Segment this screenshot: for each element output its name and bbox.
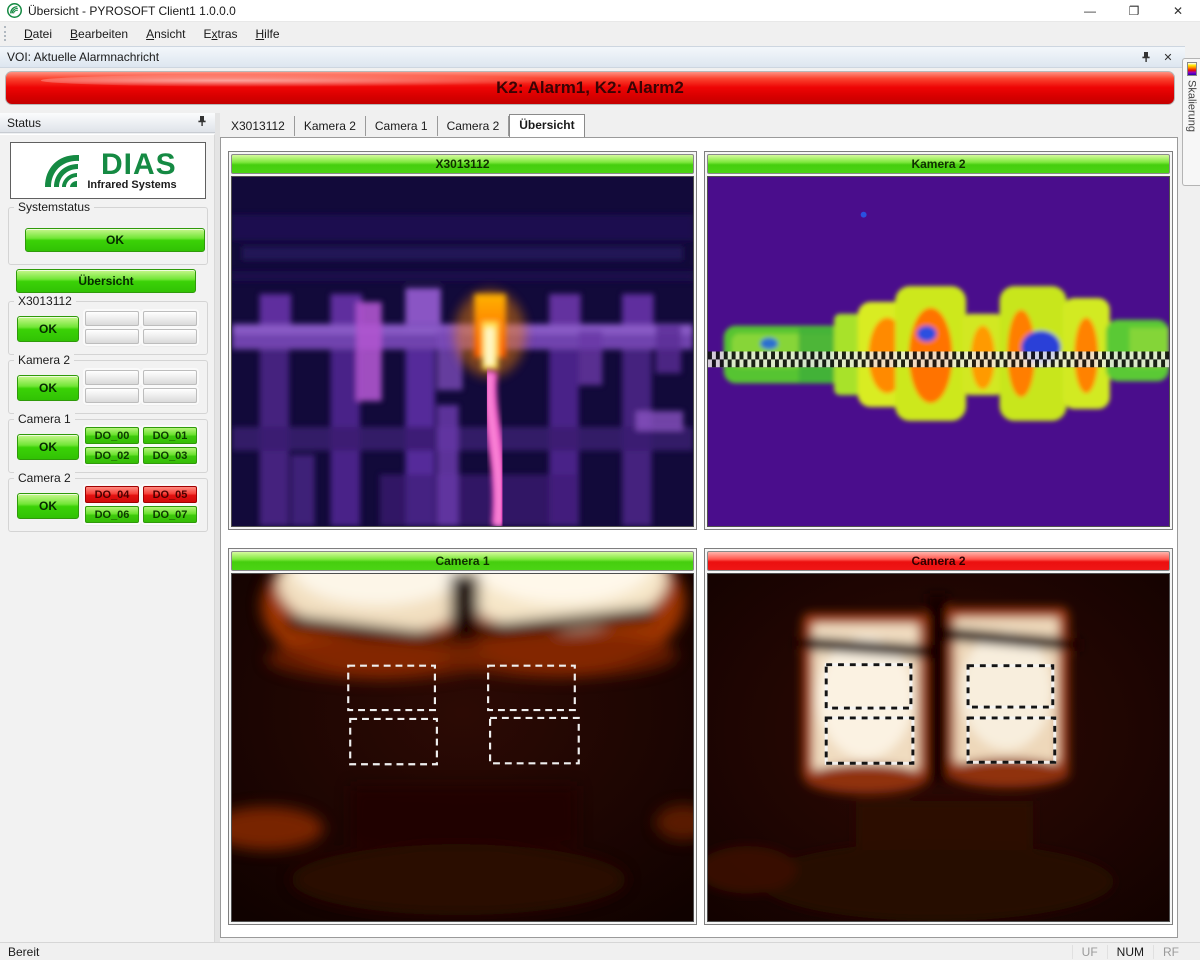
title-bar: Übersicht - PYROSOFT Client1 1.0.0.0 — ❐… <box>0 0 1200 22</box>
indicator-rf: RF <box>1153 945 1188 959</box>
ok-status-button[interactable]: OK <box>17 434 79 460</box>
tab-camera-2[interactable]: Camera 2 <box>438 116 510 136</box>
dias-logo: DIAS Infrared Systems <box>10 142 206 199</box>
do-button-do_05[interactable]: DO_05 <box>143 486 197 503</box>
do-button-do_03[interactable]: DO_03 <box>143 447 197 464</box>
blank-indicator-button[interactable] <box>143 370 197 385</box>
app-logo-icon <box>7 3 22 18</box>
dias-subtitle: Infrared Systems <box>87 179 176 191</box>
do-button-do_00[interactable]: DO_00 <box>85 427 139 444</box>
camera-panel-camera2: Camera 2 <box>704 548 1173 925</box>
camera-group-kamera-2: Kamera 2 OK <box>8 360 208 414</box>
menu-grip <box>4 26 9 41</box>
group-label: Kamera 2 <box>14 353 74 367</box>
status-panel-title: Status <box>0 116 41 130</box>
status-panel-content: DIAS Infrared Systems Systemstatus OK Üb… <box>0 134 215 942</box>
blank-indicator-button[interactable] <box>143 329 197 344</box>
systemstatus-group: Systemstatus OK <box>8 207 208 265</box>
restore-button[interactable]: ❐ <box>1112 0 1156 22</box>
camera-title-bar: Camera 2 <box>707 551 1170 571</box>
menu-item-datei[interactable]: Datei <box>15 24 61 44</box>
window-title: Übersicht - PYROSOFT Client1 1.0.0.0 <box>28 4 236 18</box>
view-tabs: X3013112Kamera 2Camera 1Camera 2Übersich… <box>222 115 585 137</box>
ok-status-button[interactable]: OK <box>17 493 79 519</box>
blank-indicator-button[interactable] <box>85 329 139 344</box>
thermal-scale-icon <box>1187 62 1197 76</box>
blank-indicator-button[interactable] <box>143 311 197 326</box>
group-label: X3013112 <box>14 294 76 308</box>
overview-button[interactable]: Übersicht <box>16 269 196 293</box>
camera-title-bar: Camera 1 <box>231 551 694 571</box>
pin-icon[interactable] <box>1139 50 1153 64</box>
dias-logo-icon <box>39 149 83 193</box>
systemstatus-label: Systemstatus <box>14 200 94 214</box>
menu-item-bearbeiten[interactable]: Bearbeiten <box>61 24 137 44</box>
tab-x3013112[interactable]: X3013112 <box>222 116 295 136</box>
camera-panel-x3013112: X3013112 <box>228 151 697 530</box>
thermal-image-busbar[interactable] <box>231 176 694 527</box>
systemstatus-ok-button[interactable]: OK <box>25 228 205 252</box>
status-panel-header: Status <box>0 113 215 133</box>
do-button-do_06[interactable]: DO_06 <box>85 506 139 523</box>
do-button-do_07[interactable]: DO_07 <box>143 506 197 523</box>
close-button[interactable]: ✕ <box>1156 0 1200 22</box>
scaling-side-tab[interactable]: Skalierung <box>1182 58 1200 186</box>
tab-kamera-2[interactable]: Kamera 2 <box>295 116 366 136</box>
blank-indicator-button[interactable] <box>85 311 139 326</box>
camera-panel-kamera2: Kamera 2 <box>704 151 1173 530</box>
do-button-do_04[interactable]: DO_04 <box>85 486 139 503</box>
blank-indicator-button[interactable] <box>143 388 197 403</box>
pin-icon[interactable] <box>197 115 215 130</box>
camera-panel-camera1: Camera 1 <box>228 548 697 925</box>
thermal-image-crankshaft[interactable] <box>707 176 1170 527</box>
ok-status-button[interactable]: OK <box>17 375 79 401</box>
scaling-tab-label: Skalierung <box>1186 80 1198 132</box>
camera-title-bar: Kamera 2 <box>707 154 1170 174</box>
minimize-button[interactable]: — <box>1068 0 1112 22</box>
blank-indicator-button[interactable] <box>85 370 139 385</box>
ok-status-button[interactable]: OK <box>17 316 79 342</box>
camera-title-bar: X3013112 <box>231 154 694 174</box>
thermal-image-room1[interactable] <box>231 573 694 922</box>
group-label: Camera 1 <box>14 412 75 426</box>
status-ready-text: Bereit <box>0 945 39 959</box>
status-bar: Bereit UFNUMRF <box>0 942 1200 960</box>
camera-group-x3013112: X3013112 OK <box>8 301 208 355</box>
group-label: Camera 2 <box>14 471 75 485</box>
menu-bar: DateiBearbeitenAnsichtExtrasHilfe <box>0 22 1200 45</box>
menu-item-hilfe[interactable]: Hilfe <box>247 24 289 44</box>
do-button-do_01[interactable]: DO_01 <box>143 427 197 444</box>
voi-panel-title: VOI: Aktuelle Alarmnachricht <box>0 50 159 64</box>
tab-übersicht[interactable]: Übersicht <box>509 114 584 137</box>
thermal-image-room2[interactable] <box>707 573 1170 922</box>
camera-group-camera-2: Camera 2 OK DO_04DO_05DO_06DO_07 <box>8 478 208 532</box>
blank-indicator-button[interactable] <box>85 388 139 403</box>
alarm-message: K2: Alarm1, K2: Alarm2 <box>496 78 684 98</box>
indicator-uf: UF <box>1072 945 1107 959</box>
camera-group-camera-1: Camera 1 OK DO_00DO_01DO_02DO_03 <box>8 419 208 473</box>
do-button-do_02[interactable]: DO_02 <box>85 447 139 464</box>
status-sidebar: Status DIAS Infrared Systems Systemstatu… <box>0 113 215 942</box>
voi-panel-header: VOI: Aktuelle Alarmnachricht ✕ <box>0 46 1185 68</box>
dias-brand-text: DIAS <box>101 151 177 179</box>
alarm-banner: K2: Alarm1, K2: Alarm2 <box>5 71 1175 105</box>
menu-item-extras[interactable]: Extras <box>194 24 246 44</box>
close-icon[interactable]: ✕ <box>1161 50 1175 64</box>
overview-workspace: X3013112 <box>220 137 1178 938</box>
indicator-num: NUM <box>1107 945 1153 959</box>
tab-camera-1[interactable]: Camera 1 <box>366 116 438 136</box>
menu-item-ansicht[interactable]: Ansicht <box>137 24 194 44</box>
